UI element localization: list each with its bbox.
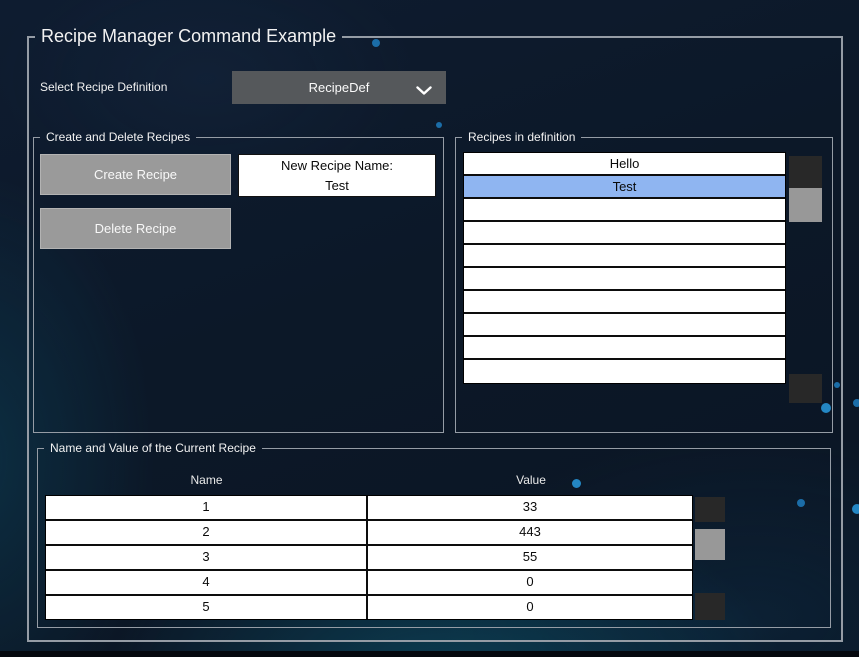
bottom-edge-strip: [0, 651, 859, 657]
list-item[interactable]: [464, 337, 785, 360]
decor-dot: [853, 399, 859, 407]
decor-dot: [797, 499, 805, 507]
select-recipe-definition-label: Select Recipe Definition: [40, 80, 167, 94]
list-item[interactable]: Test: [464, 176, 785, 199]
create-recipe-button-label: Create Recipe: [94, 167, 177, 182]
recipes-scrollbar-track-top[interactable]: [789, 156, 822, 188]
decor-dot: [834, 382, 840, 388]
cell-value: 0: [368, 571, 692, 594]
cell-value: 443: [368, 521, 692, 544]
create-recipe-button[interactable]: Create Recipe: [40, 154, 231, 195]
create-delete-group-title: Create and Delete Recipes: [40, 130, 196, 144]
recipes-scrollbar-thumb[interactable]: [789, 188, 822, 222]
table-scrollbar-thumb[interactable]: [695, 529, 725, 560]
table-scrollbar-track-bottom[interactable]: [695, 593, 725, 620]
delete-recipe-button[interactable]: Delete Recipe: [40, 208, 231, 249]
cell-name: 5: [46, 596, 368, 619]
cell-name: 1: [46, 496, 368, 519]
list-item[interactable]: Hello: [464, 153, 785, 176]
table-row[interactable]: 2443: [46, 521, 692, 546]
table-row[interactable]: 40: [46, 571, 692, 596]
table-row[interactable]: 355: [46, 546, 692, 571]
list-item[interactable]: [464, 291, 785, 314]
cell-name: 3: [46, 546, 368, 569]
recipe-table[interactable]: 13324433554050: [45, 495, 693, 620]
decor-dot: [821, 403, 831, 413]
cell-name: 2: [46, 521, 368, 544]
table-row[interactable]: 133: [46, 496, 692, 521]
delete-recipe-button-label: Delete Recipe: [95, 221, 177, 236]
cell-value: 55: [368, 546, 692, 569]
list-item[interactable]: [464, 268, 785, 291]
list-item[interactable]: [464, 314, 785, 337]
recipes-list[interactable]: HelloTest: [463, 152, 786, 384]
recipes-scrollbar-track-bottom[interactable]: [789, 374, 822, 403]
recipe-definition-dropdown[interactable]: RecipeDef: [232, 71, 446, 104]
decor-dot: [852, 504, 859, 514]
recipe-definition-selected-value: RecipeDef: [309, 80, 370, 95]
table-row[interactable]: 50: [46, 596, 692, 619]
decor-dot: [436, 122, 442, 128]
decor-dot: [372, 39, 380, 47]
page-title: Recipe Manager Command Example: [35, 26, 342, 47]
cell-value: 0: [368, 596, 692, 619]
recipes-group-title: Recipes in definition: [462, 130, 581, 144]
new-recipe-name-field[interactable]: New Recipe Name: Test: [238, 154, 436, 197]
chevron-down-icon: [416, 83, 432, 98]
column-header-name: Name: [45, 473, 368, 487]
column-header-value: Value: [369, 473, 693, 487]
list-item[interactable]: [464, 360, 785, 383]
table-scrollbar-track-top[interactable]: [695, 497, 725, 522]
list-item[interactable]: [464, 245, 785, 268]
cell-value: 33: [368, 496, 692, 519]
decor-dot: [572, 479, 581, 488]
cell-name: 4: [46, 571, 368, 594]
list-item[interactable]: [464, 222, 785, 245]
current-recipe-group-title: Name and Value of the Current Recipe: [44, 441, 262, 455]
new-recipe-name-value: Test: [325, 176, 349, 196]
new-recipe-name-label: New Recipe Name:: [281, 156, 393, 176]
list-item[interactable]: [464, 199, 785, 222]
